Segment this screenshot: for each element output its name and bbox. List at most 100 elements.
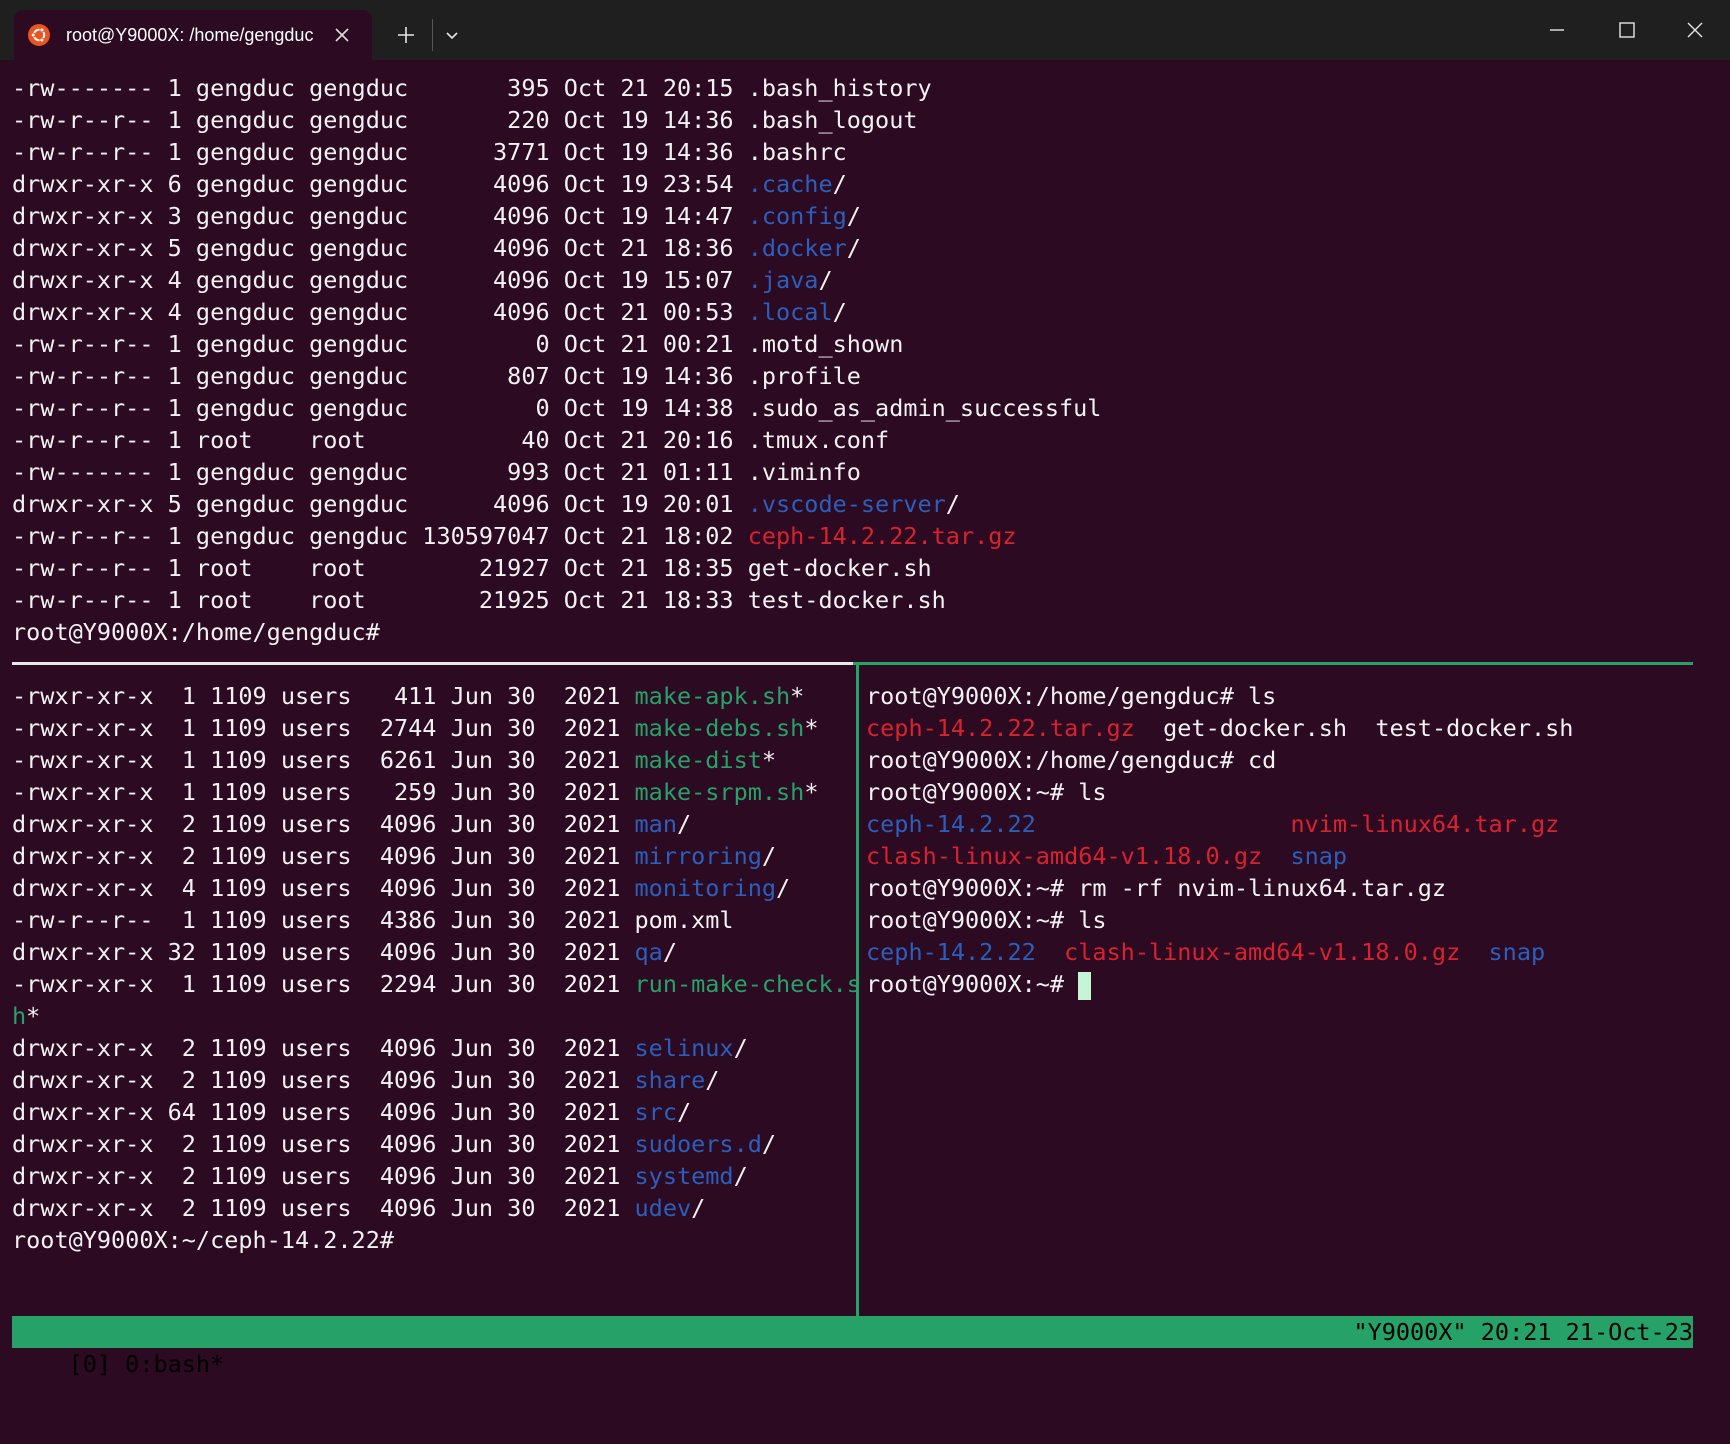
terminal-line: -rw------- 1 gengduc gengduc 395 Oct 21 … [12, 72, 1702, 104]
terminal-text: / [832, 170, 847, 198]
terminal-text: / [832, 298, 847, 326]
terminal-text: / [818, 266, 833, 294]
terminal-text: drwxr-xr-x 5 gengduc gengduc 4096 Oct 19… [12, 490, 748, 518]
close-tab-icon[interactable] [330, 23, 354, 47]
terminal-line: drwxr-xr-x 32 1109 users 4096 Jun 30 202… [12, 936, 856, 968]
terminal-text: selinux [634, 1034, 734, 1062]
close-window-button[interactable] [1660, 0, 1730, 60]
ubuntu-logo-icon [28, 24, 50, 46]
terminal-text: drwxr-xr-x 6 gengduc gengduc 4096 Oct 19… [12, 170, 748, 198]
terminal-text: src [634, 1098, 677, 1126]
terminal-text: / [776, 874, 791, 902]
terminal-line: drwxr-xr-x 2 1109 users 4096 Jun 30 2021… [12, 808, 856, 840]
terminal-line: -rw-r--r-- 1 1109 users 4386 Jun 30 2021… [12, 904, 856, 936]
terminal-text: / [676, 1098, 692, 1126]
terminal-text: -rw-r--r-- 1 gengduc gengduc 0 Oct 21 00… [12, 330, 904, 358]
terminal-text: ceph-14.2.22 [866, 810, 1036, 838]
terminal-area[interactable]: -rw------- 1 gengduc gengduc 395 Oct 21 … [0, 60, 1730, 1378]
status-window-list[interactable]: [0] 0:bash* [69, 1350, 225, 1378]
terminal-line: clash-linux-amd64-v1.18.0.gz snap [866, 840, 1696, 872]
terminal-line: drwxr-xr-x 4 gengduc gengduc 4096 Oct 21… [12, 296, 1702, 328]
terminal-text: monitoring [634, 874, 777, 902]
terminal-text: * [804, 778, 819, 806]
terminal-text: -rw-r--r-- 1 1109 users 4386 Jun 30 2021… [12, 906, 734, 934]
minimize-button[interactable] [1522, 0, 1592, 60]
terminal-text: / [733, 1162, 748, 1190]
terminal-line: drwxr-xr-x 5 gengduc gengduc 4096 Oct 21… [12, 232, 1702, 264]
terminal-text: * [804, 714, 819, 742]
terminal-line: root@Y9000X:~# [866, 968, 1696, 1000]
terminal-line: -rwxr-xr-x 1 1109 users 2744 Jun 30 2021… [12, 712, 856, 744]
terminal-text: udev [634, 1194, 692, 1222]
terminal-text: man [634, 810, 677, 838]
terminal-text: make-dist [634, 746, 762, 774]
tmux-pane-bottom-right[interactable]: root@Y9000X:/home/gengduc# ls ceph-14.2.2… [866, 680, 1696, 1316]
tab-title: root@Y9000X: /home/gengduc [66, 25, 314, 45]
terminal-line: drwxr-xr-x 2 1109 users 4096 Jun 30 2021… [12, 1032, 856, 1064]
terminal-text: snap [1488, 938, 1546, 966]
terminal-tab[interactable]: root@Y9000X: /home/gengduc [14, 10, 372, 60]
terminal-line: ceph-14.2.22.tar.gz get-docker.sh test-d… [866, 712, 1696, 744]
terminal-text: drwxr-xr-x 64 1109 users 4096 Jun 30 202… [12, 1098, 635, 1126]
maximize-button[interactable] [1592, 0, 1662, 60]
terminal-text: / [945, 490, 960, 518]
terminal-text: -rwxr-xr-x 1 1109 users 6261 Jun 30 2021 [12, 746, 635, 774]
terminal-line: root@Y9000X:~# ls [866, 904, 1696, 936]
terminal-text: drwxr-xr-x 2 1109 users 4096 Jun 30 2021 [12, 1066, 635, 1094]
terminal-text: .java [747, 266, 819, 294]
pane-divider-top-right [853, 662, 1693, 665]
terminal-text: run-make-check.s [634, 970, 856, 998]
tmux-pane-bottom-left[interactable]: -rwxr-xr-x 1 1109 users 411 Jun 30 2021 … [12, 680, 856, 1320]
terminal-text: / [691, 1194, 706, 1222]
pane-divider-top-left [12, 662, 853, 665]
terminal-line: drwxr-xr-x 6 gengduc gengduc 4096 Oct 19… [12, 168, 1702, 200]
title-bar: root@Y9000X: /home/gengduc [0, 0, 1730, 60]
terminal-text: nvim-linux64.tar.gz [1290, 810, 1560, 838]
minimize-icon [1550, 29, 1564, 31]
terminal-text: -rw-r--r-- 1 gengduc gengduc 220 Oct 19 … [12, 106, 918, 134]
terminal-text: drwxr-xr-x 5 gengduc gengduc 4096 Oct 21… [12, 234, 748, 262]
terminal-text: drwxr-xr-x 2 1109 users 4096 Jun 30 2021 [12, 1130, 635, 1158]
terminal-text: root@Y9000X:~# rm -rf nvim-linux64.tar.g… [866, 874, 1447, 902]
chevron-down-icon [446, 32, 458, 40]
tab-dropdown-button[interactable] [432, 15, 472, 55]
terminal-cursor [1078, 971, 1092, 1000]
terminal-text: drwxr-xr-x 2 1109 users 4096 Jun 30 2021 [12, 1194, 635, 1222]
terminal-text: clash-linux-amd64-v1.18.0.gz [1064, 938, 1461, 966]
tmux-pane-top[interactable]: -rw------- 1 gengduc gengduc 395 Oct 21 … [12, 72, 1702, 650]
terminal-text: .local [747, 298, 833, 326]
terminal-line: drwxr-xr-x 2 1109 users 4096 Jun 30 2021… [12, 1192, 856, 1224]
terminal-text: root@Y9000X:/home/gengduc# [12, 618, 380, 646]
terminal-text: root@Y9000X:~/ceph-14.2.22# [12, 1226, 395, 1254]
terminal-text: drwxr-xr-x 3 gengduc gengduc 4096 Oct 19… [12, 202, 748, 230]
terminal-text: -rwxr-xr-x 1 1109 users 411 Jun 30 2021 [12, 682, 635, 710]
terminal-text: mirroring [634, 842, 762, 870]
tmux-status-bar: [0] 0:bash* "Y9000X" 20:21 21-Oct-23 [12, 1316, 1693, 1378]
terminal-text: / [761, 842, 777, 870]
close-icon [1687, 22, 1703, 38]
terminal-text: / [705, 1066, 720, 1094]
terminal-line: root@Y9000X:~# rm -rf nvim-linux64.tar.g… [866, 872, 1696, 904]
terminal-text: ceph-14.2.22.tar.gz [866, 714, 1135, 742]
terminal-line: root@Y9000X:~/ceph-14.2.22# [12, 1224, 856, 1256]
terminal-text: qa [634, 938, 663, 966]
terminal-text: -rw-r--r-- 1 gengduc gengduc 807 Oct 19 … [12, 362, 861, 390]
terminal-text: -rw------- 1 gengduc gengduc 395 Oct 21 … [12, 74, 932, 102]
terminal-line: -rw-r--r-- 1 root root 40 Oct 21 20:16 .… [12, 424, 1702, 456]
terminal-line: root@Y9000X:~# ls [866, 776, 1696, 808]
new-tab-button[interactable] [386, 15, 426, 55]
terminal-text: / [676, 810, 692, 838]
terminal-text: make-debs.sh [634, 714, 805, 742]
terminal-text: drwxr-xr-x 4 gengduc gengduc 4096 Oct 21… [12, 298, 748, 326]
terminal-line: -rwxr-xr-x 1 1109 users 2294 Jun 30 2021… [12, 968, 856, 1000]
terminal-text: make-apk.sh [634, 682, 791, 710]
terminal-line: drwxr-xr-x 2 1109 users 4096 Jun 30 2021… [12, 1064, 856, 1096]
terminal-text: * [26, 1002, 41, 1030]
terminal-line: ceph-14.2.22 clash-linux-amd64-v1.18.0.g… [866, 936, 1696, 968]
pane-divider-vertical [856, 665, 859, 1316]
terminal-text: make-srpm.sh [634, 778, 805, 806]
terminal-line: -rw-r--r-- 1 gengduc gengduc 0 Oct 21 00… [12, 328, 1702, 360]
terminal-line: drwxr-xr-x 4 1109 users 4096 Jun 30 2021… [12, 872, 856, 904]
